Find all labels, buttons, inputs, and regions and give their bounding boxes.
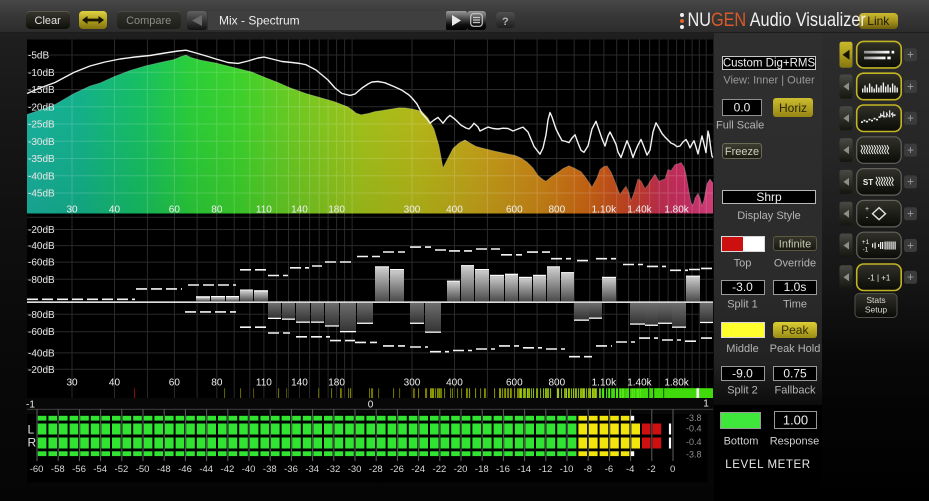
svg-text:+: + — [907, 207, 914, 221]
svg-text:ST: ST — [863, 178, 873, 187]
svg-text:-: - — [866, 213, 869, 222]
svg-text:Stats: Stats — [866, 295, 885, 305]
svg-text:+1: +1 — [862, 239, 870, 246]
svg-text:+: + — [907, 111, 914, 125]
svg-text:+: + — [907, 48, 914, 62]
svg-text:-1 | +1: -1 | +1 — [868, 274, 891, 283]
svg-text:+: + — [907, 270, 914, 284]
svg-text:+: + — [907, 143, 914, 157]
svg-text:+: + — [907, 175, 914, 189]
svg-text:+: + — [907, 238, 914, 252]
svg-text:+: + — [907, 79, 914, 93]
svg-text:Setup: Setup — [865, 304, 887, 314]
svg-text:-1: -1 — [863, 247, 869, 254]
